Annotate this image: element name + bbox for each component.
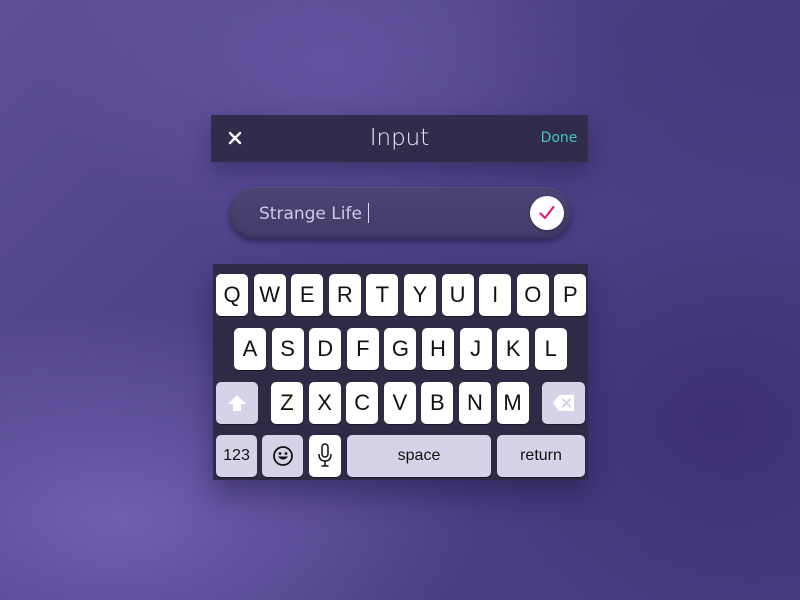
microphone-icon bbox=[318, 443, 332, 467]
key-u[interactable]: U bbox=[441, 274, 474, 316]
key-p[interactable]: P bbox=[554, 274, 587, 316]
space-key[interactable]: space bbox=[347, 435, 491, 477]
numbers-key[interactable]: 123 bbox=[216, 435, 257, 477]
key-a[interactable]: A bbox=[234, 328, 266, 370]
text-caret bbox=[368, 203, 369, 223]
key-z[interactable]: Z bbox=[271, 382, 303, 424]
close-button[interactable] bbox=[224, 127, 246, 149]
key-g[interactable]: G bbox=[384, 328, 417, 370]
close-icon bbox=[228, 131, 242, 145]
input-value: Strange Life bbox=[259, 204, 362, 224]
shift-key[interactable] bbox=[216, 382, 258, 424]
key-e[interactable]: E bbox=[291, 274, 324, 316]
return-key[interactable]: return bbox=[497, 435, 585, 477]
microphone-key[interactable] bbox=[309, 435, 341, 477]
key-x[interactable]: X bbox=[308, 382, 341, 424]
key-n[interactable]: N bbox=[459, 382, 491, 424]
key-l[interactable]: L bbox=[534, 328, 567, 370]
key-q[interactable]: Q bbox=[216, 274, 248, 316]
key-r[interactable]: R bbox=[328, 274, 361, 316]
emoji-icon bbox=[273, 446, 293, 466]
key-k[interactable]: K bbox=[497, 328, 530, 370]
done-button[interactable]: Done bbox=[532, 127, 586, 149]
key-v[interactable]: V bbox=[383, 382, 416, 424]
shift-icon bbox=[228, 395, 246, 411]
key-f[interactable]: F bbox=[346, 328, 379, 370]
emoji-key[interactable] bbox=[262, 435, 303, 477]
confirm-button[interactable] bbox=[530, 196, 564, 230]
key-c[interactable]: C bbox=[346, 382, 379, 424]
on-screen-keyboard: QWERTYUIOP ASDFGHJKL ZXCVBNM 123 space ret… bbox=[213, 264, 588, 480]
backspace-key[interactable] bbox=[542, 382, 585, 424]
key-j[interactable]: J bbox=[459, 328, 492, 370]
key-y[interactable]: Y bbox=[404, 274, 436, 316]
key-t[interactable]: T bbox=[366, 274, 399, 316]
backspace-icon bbox=[553, 395, 574, 411]
key-h[interactable]: H bbox=[422, 328, 454, 370]
key-i[interactable]: I bbox=[479, 274, 512, 316]
checkmark-icon bbox=[539, 205, 555, 220]
key-d[interactable]: D bbox=[309, 328, 342, 370]
key-s[interactable]: S bbox=[271, 328, 304, 370]
key-b[interactable]: B bbox=[421, 382, 454, 424]
key-o[interactable]: O bbox=[516, 274, 549, 316]
key-m[interactable]: M bbox=[496, 382, 529, 424]
key-w[interactable]: W bbox=[253, 274, 286, 316]
